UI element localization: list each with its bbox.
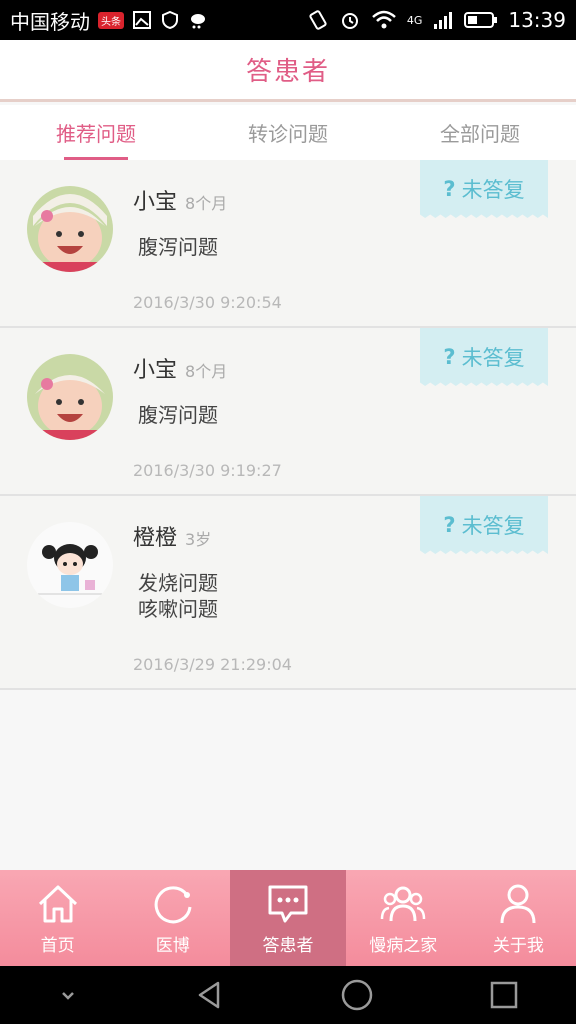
- tab-recommended[interactable]: 推荐问题: [0, 105, 192, 160]
- signal-icon: [434, 12, 453, 29]
- unanswered-tag: ? 未答复: [420, 496, 548, 554]
- issue-item: 腹泻问题: [138, 403, 218, 427]
- avatar: [27, 522, 113, 608]
- question-tabs: 推荐问题 转诊问题 全部问题: [0, 105, 576, 160]
- page-title: 答患者: [245, 57, 330, 87]
- issue-list: 发烧问题 咳嗽问题: [138, 570, 218, 622]
- unanswered-tag: ? 未答复: [420, 160, 548, 218]
- question-time: 2016/3/30 9:20:54: [133, 293, 282, 312]
- question-time: 2016/3/29 21:29:04: [133, 655, 292, 674]
- status-left: 中国移动 头条: [10, 6, 208, 35]
- nav-answer-patients[interactable]: 答患者: [230, 870, 346, 966]
- back-icon[interactable]: [194, 979, 226, 1011]
- tab-all[interactable]: 全部问题: [384, 105, 576, 160]
- battery-icon: [464, 12, 498, 28]
- chat-icon: [268, 885, 308, 922]
- question-card[interactable]: 橙橙 3岁 发烧问题 咳嗽问题 2016/3/29 21:29:04 ? 未答复: [0, 496, 576, 690]
- wifi-icon: [371, 10, 396, 29]
- patient-name: 小宝: [133, 190, 178, 215]
- home-circle-icon[interactable]: [340, 978, 374, 1012]
- question-card[interactable]: 小宝 8个月 腹泻问题 2016/3/30 9:20:54 ? 未答复: [0, 160, 576, 328]
- status-right: 4G 13:39: [307, 8, 566, 32]
- issue-list: 腹泻问题: [138, 402, 218, 428]
- nav-home[interactable]: 首页: [0, 870, 115, 966]
- patient-age: 3岁: [185, 530, 212, 549]
- patient-name: 小宝: [133, 358, 178, 383]
- group-icon: [380, 886, 426, 921]
- issue-item: 咳嗽问题: [138, 597, 218, 621]
- carrier-label: 中国移动: [10, 9, 90, 34]
- question-mark-icon: ?: [443, 513, 456, 537]
- issue-item: 发烧问题: [138, 571, 218, 595]
- shield-icon: [162, 10, 178, 30]
- status-bar: 中国移动 头条 4G 13:39: [0, 0, 576, 40]
- question-time: 2016/3/30 9:19:27: [133, 461, 282, 480]
- network-type-label: 4G: [406, 13, 423, 27]
- question-mark-icon: ?: [443, 177, 456, 201]
- page-header: 答患者: [0, 40, 576, 102]
- weather-icon: [191, 14, 205, 29]
- avatar: [27, 186, 113, 272]
- tab-referral[interactable]: 转诊问题: [192, 105, 384, 160]
- news-app-icon: 头条: [98, 11, 124, 29]
- status-label: 未答复: [461, 514, 525, 538]
- alarm-icon: [341, 13, 358, 29]
- issue-item: 腹泻问题: [138, 235, 218, 259]
- patient-info: 橙橙 3岁: [133, 520, 211, 552]
- nav-about-me[interactable]: 关于我: [461, 870, 576, 966]
- issue-list: 腹泻问题: [138, 234, 218, 260]
- patient-name: 橙橙: [133, 526, 178, 551]
- image-icon: [133, 11, 151, 29]
- nav-chronic-home[interactable]: 慢病之家: [346, 870, 461, 966]
- nav-about-me-label: 关于我: [492, 935, 544, 956]
- nav-chronic-home-label: 慢病之家: [369, 935, 438, 956]
- unanswered-tag: ? 未答复: [420, 328, 548, 386]
- question-mark-icon: ?: [443, 345, 456, 369]
- nav-yibo-label: 医博: [155, 935, 190, 956]
- person-icon: [500, 884, 536, 923]
- home-icon: [38, 885, 77, 922]
- status-label: 未答复: [461, 178, 525, 202]
- nav-answer-patients-label: 答患者: [262, 935, 314, 956]
- vibrate-icon: [309, 10, 327, 30]
- patient-age: 8个月: [185, 194, 228, 213]
- refresh-icon: [154, 885, 192, 923]
- system-nav-bar: [0, 966, 576, 1024]
- avatar: [27, 354, 113, 440]
- chevron-down-icon[interactable]: [57, 984, 79, 1006]
- clock-label: 13:39: [508, 8, 566, 32]
- question-card[interactable]: 小宝 8个月 腹泻问题 2016/3/30 9:19:27 ? 未答复: [0, 328, 576, 496]
- nav-home-label: 首页: [40, 935, 75, 956]
- patient-info: 小宝 8个月: [133, 184, 227, 216]
- patient-info: 小宝 8个月: [133, 352, 227, 384]
- recents-icon[interactable]: [489, 980, 519, 1010]
- question-list: 小宝 8个月 腹泻问题 2016/3/30 9:20:54 ? 未答复 小宝 8…: [0, 160, 576, 690]
- patient-age: 8个月: [185, 362, 228, 381]
- bottom-nav: 首页 医博 答患者 慢病之家 关于我: [0, 870, 576, 966]
- status-label: 未答复: [461, 346, 525, 370]
- nav-yibo[interactable]: 医博: [115, 870, 230, 966]
